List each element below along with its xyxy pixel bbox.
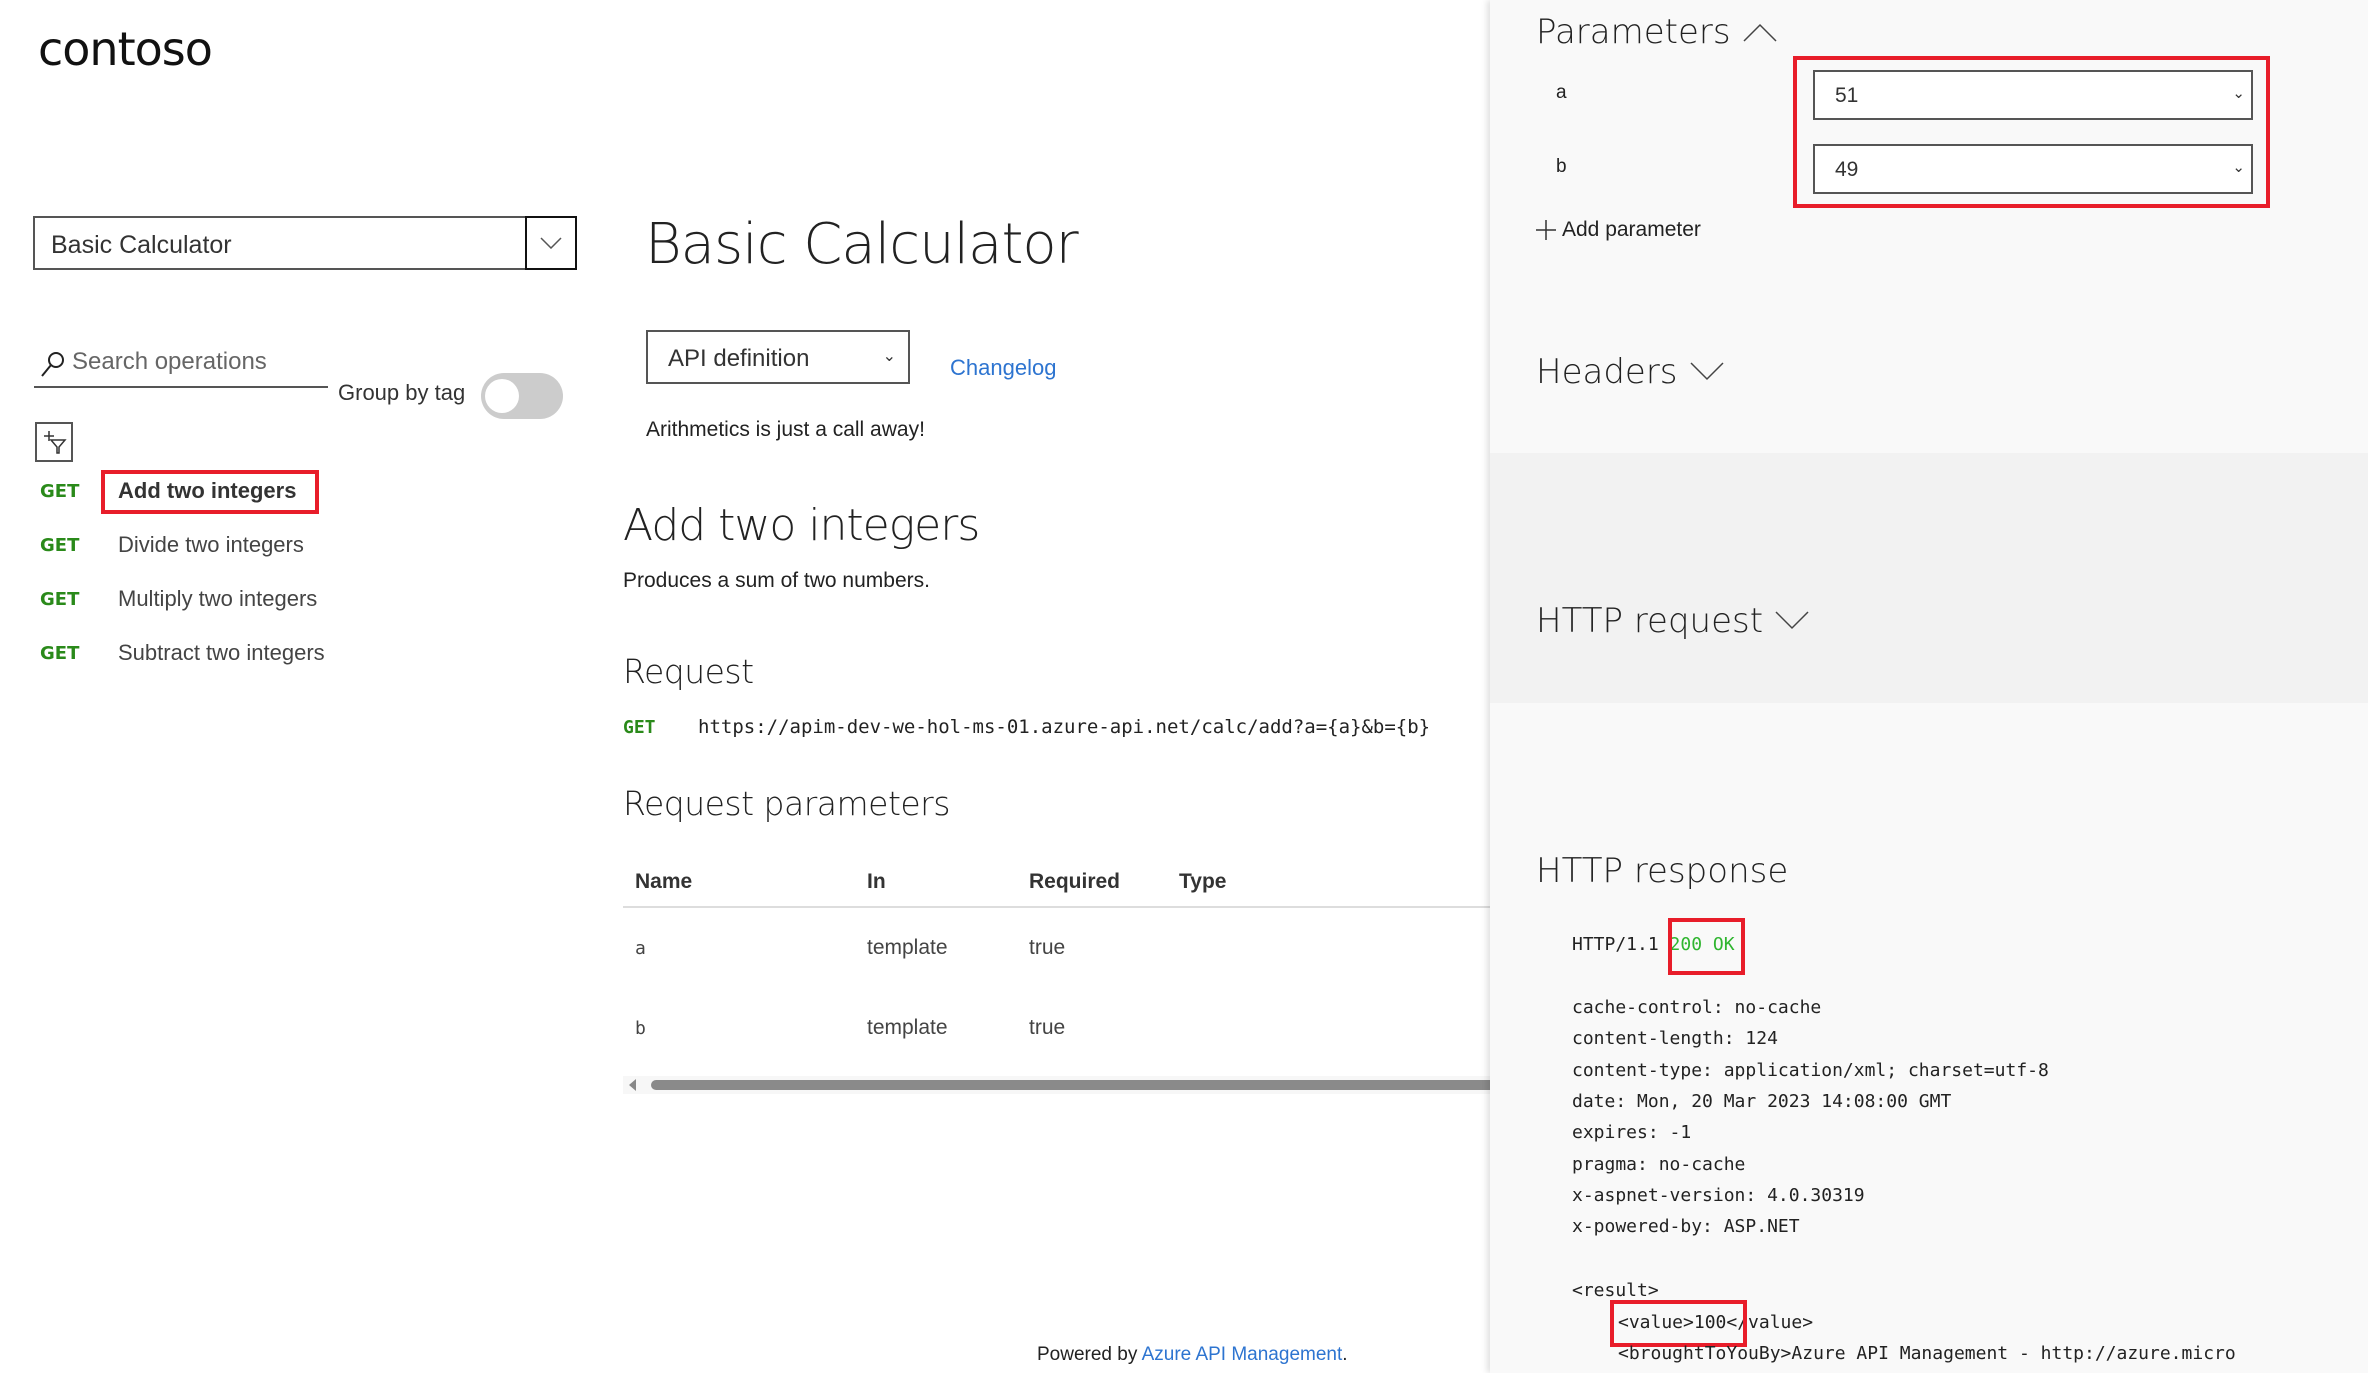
param-required: true xyxy=(1029,1016,1066,1039)
search-input[interactable]: Search operations xyxy=(72,348,267,376)
param-type xyxy=(1167,988,1479,1068)
http-response-title: HTTP response xyxy=(1536,851,1789,891)
headers-heading: Headers xyxy=(1536,352,1678,392)
http-request-block xyxy=(1490,453,2368,703)
add-parameter-button[interactable]: Add parameter xyxy=(1536,218,1701,242)
headers-section-toggle[interactable]: Headers xyxy=(1536,352,1724,392)
response-header: x-aspnet-version: 4.0.30319 xyxy=(1572,1185,1865,1206)
api-title: Basic Calculator xyxy=(645,212,1079,277)
footer-text: Powered by xyxy=(1037,1344,1142,1365)
param-label-a: a xyxy=(1556,82,1567,103)
footer: Powered by Azure API Management. xyxy=(1037,1344,1348,1366)
table-horizontal-scrollbar[interactable] xyxy=(623,1076,1490,1094)
scroll-left-arrow-icon[interactable] xyxy=(629,1079,636,1091)
response-header: cache-control: no-cache xyxy=(1572,997,1822,1018)
param-type xyxy=(1167,907,1479,988)
changelog-link[interactable]: Changelog xyxy=(950,355,1056,381)
add-parameter-label: Add parameter xyxy=(1562,218,1701,241)
request-parameters-heading: Request parameters xyxy=(623,784,950,823)
param-in: template xyxy=(867,936,948,959)
parameters-heading: Parameters xyxy=(1536,12,1731,52)
footer-suffix: . xyxy=(1342,1344,1348,1365)
api-selector-value: Basic Calculator xyxy=(51,231,232,259)
add-filter-button[interactable] xyxy=(35,422,73,462)
request-url-line: GET https://apim-dev-we-hol-ms-01.azure-… xyxy=(623,716,1430,738)
response-header: pragma: no-cache xyxy=(1572,1154,1746,1175)
highlight-box xyxy=(1793,56,2270,208)
chevron-down-icon xyxy=(1689,362,1724,381)
logo: contoso xyxy=(38,22,213,76)
response-header: x-powered-by: ASP.NET xyxy=(1572,1216,1800,1237)
api-selector-toggle[interactable] xyxy=(525,216,577,270)
method-badge: GET xyxy=(40,588,80,610)
highlight-box xyxy=(101,470,319,514)
http-request-section-toggle[interactable]: HTTP request xyxy=(1536,601,1809,641)
method-badge: GET xyxy=(623,716,656,738)
column-header: Type xyxy=(1167,858,1479,908)
response-body-open: <result> xyxy=(1572,1280,1659,1301)
param-name: a xyxy=(635,937,646,959)
chevron-down-icon xyxy=(540,237,562,249)
group-by-tag-label: Group by tag xyxy=(338,380,466,405)
column-header: Name xyxy=(623,858,855,908)
group-by-tag-toggle[interactable] xyxy=(481,373,563,419)
response-header: content-length: 124 xyxy=(1572,1028,1778,1049)
operation-item[interactable]: GET Multiply two integers xyxy=(40,586,317,612)
param-in: template xyxy=(867,1016,948,1039)
response-header: expires: -1 xyxy=(1572,1122,1692,1143)
api-description: Arithmetics is just a call away! xyxy=(646,418,925,441)
highlight-box xyxy=(1610,1300,1747,1347)
operation-title: Add two integers xyxy=(623,500,980,551)
azure-api-management-link[interactable]: Azure API Management xyxy=(1142,1344,1343,1365)
operation-label: Subtract two integers xyxy=(118,640,325,665)
chevron-down-icon xyxy=(1775,611,1809,630)
method-badge: GET xyxy=(40,534,80,556)
response-protocol: HTTP/1.1 xyxy=(1572,934,1659,955)
param-label-b: b xyxy=(1556,156,1567,177)
column-header: In xyxy=(855,858,1017,908)
operation-item[interactable]: GET Subtract two integers xyxy=(40,640,325,666)
response-header: date: Mon, 20 Mar 2023 14:08:00 GMT xyxy=(1572,1091,1952,1112)
request-parameters-table: Name In Required Type Exa a template tru… xyxy=(623,858,1538,1068)
highlight-box xyxy=(1668,918,1745,975)
operation-label: Divide two integers xyxy=(118,532,304,557)
request-heading: Request xyxy=(623,652,754,691)
scrollbar-thumb[interactable] xyxy=(651,1080,1490,1090)
column-header: Required xyxy=(1017,858,1167,908)
chevron-up-icon xyxy=(1743,23,1777,42)
filter-add-icon xyxy=(44,431,67,454)
table-row: b template true xyxy=(623,988,1538,1068)
api-selector[interactable]: Basic Calculator xyxy=(33,216,577,270)
operation-item[interactable]: GET Divide two integers xyxy=(40,532,304,558)
plus-icon xyxy=(1536,220,1556,240)
method-badge: GET xyxy=(40,642,80,664)
param-name: b xyxy=(635,1017,646,1039)
search-operations[interactable]: Search operations xyxy=(34,344,328,388)
parameters-section-toggle[interactable]: Parameters xyxy=(1536,12,1777,52)
http-response-heading: HTTP response xyxy=(1536,851,1788,891)
operation-label: Multiply two integers xyxy=(118,586,318,611)
test-console-panel: Parameters a 51 ⌄ b 49 ⌄ Add parameter H… xyxy=(1490,0,2368,1373)
search-icon xyxy=(41,352,64,377)
request-url: https://apim-dev-we-hol-ms-01.azure-api.… xyxy=(698,716,1431,738)
http-request-heading: HTTP request xyxy=(1536,601,1764,641)
api-definition-value: API definition xyxy=(668,345,810,372)
table-header-row: Name In Required Type Exa xyxy=(623,858,1538,908)
response-body-brought: <broughtToYouBy>Azure API Management - h… xyxy=(1618,1343,2236,1364)
param-required: true xyxy=(1029,936,1066,959)
operation-description: Produces a sum of two numbers. xyxy=(623,569,930,592)
toggle-knob xyxy=(485,379,519,413)
api-definition-select[interactable]: API definition ⌄ xyxy=(646,330,910,384)
response-header: content-type: application/xml; charset=u… xyxy=(1572,1060,2049,1081)
chevron-down-icon: ⌄ xyxy=(882,348,896,365)
table-row: a template true xyxy=(623,907,1538,988)
